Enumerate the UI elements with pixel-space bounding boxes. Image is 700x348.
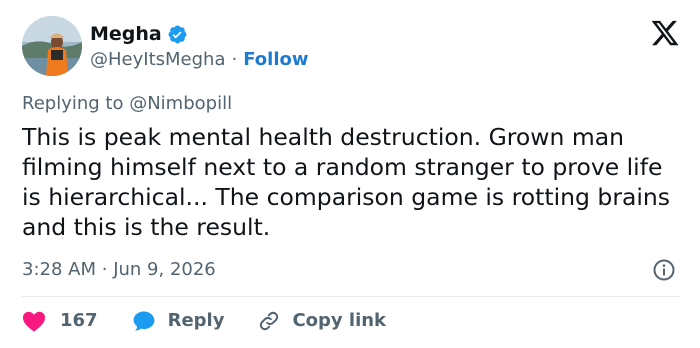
like-count: 167 xyxy=(60,310,98,331)
divider xyxy=(22,296,680,297)
reply-handle[interactable]: @Nimbopill xyxy=(129,93,232,114)
reply-button[interactable]: Reply xyxy=(132,309,225,333)
reply-context: Replying to @Nimbopill xyxy=(22,92,232,116)
link-icon xyxy=(260,311,279,331)
copy-link-button[interactable]: Copy link xyxy=(258,309,386,333)
tweet-date: Jun 9, 2026 xyxy=(113,259,216,280)
speech-bubble-icon xyxy=(133,311,154,331)
reply-prefix: Replying to xyxy=(22,93,124,114)
copy-link-label: Copy link xyxy=(292,310,387,331)
author-name-row: Megha xyxy=(90,22,188,46)
follow-button[interactable]: Follow xyxy=(243,48,308,72)
author-handle-row: @HeyItsMegha · Follow xyxy=(90,48,309,72)
like-button[interactable]: 167 xyxy=(22,309,98,333)
verified-badge-icon xyxy=(167,24,188,45)
timestamp-separator: · xyxy=(101,259,108,280)
avatar[interactable] xyxy=(22,16,82,76)
tweet-actions: 167 Reply Copy link xyxy=(22,306,386,336)
handle-separator: · xyxy=(231,49,238,70)
avatar-image xyxy=(22,16,82,76)
tweet-text: This is peak mental health destruction. … xyxy=(22,123,671,241)
heart-icon xyxy=(23,311,45,332)
timestamp[interactable]: 3:28 AM · Jun 9, 2026 xyxy=(22,258,216,282)
tweet-card: Megha @HeyItsMegha · Follow Replying to … xyxy=(0,0,700,348)
tweet-time: 3:28 AM xyxy=(22,259,96,280)
author-handle[interactable]: @HeyItsMegha xyxy=(90,48,225,72)
reply-label: Reply xyxy=(167,310,225,331)
author-display-name[interactable]: Megha xyxy=(90,22,162,46)
info-icon[interactable] xyxy=(652,258,676,282)
x-logo-icon[interactable] xyxy=(650,18,680,48)
